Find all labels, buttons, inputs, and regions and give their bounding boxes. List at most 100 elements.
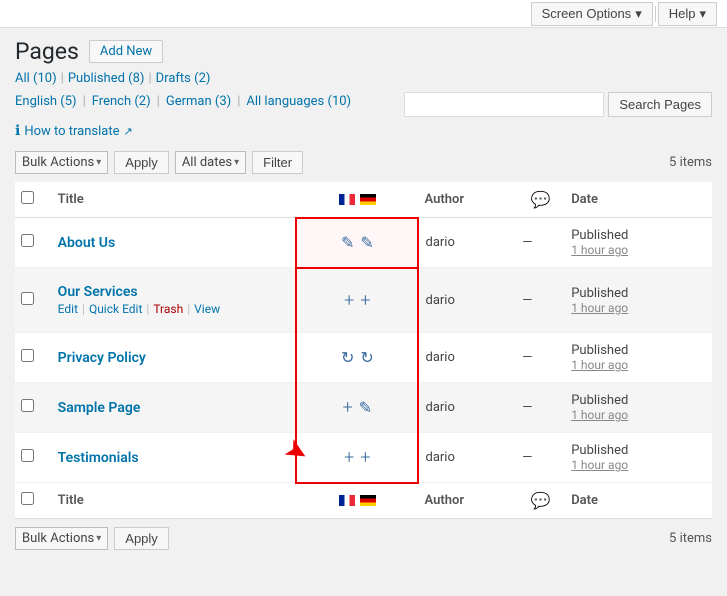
filter-german[interactable]: German (3)	[166, 94, 231, 109]
fr-plus-icon[interactable]: +	[343, 397, 353, 418]
filter-drafts[interactable]: Drafts (2)	[156, 71, 211, 86]
table-row: Privacy Policy ↻ ↻ dario — Published 1 h…	[15, 333, 712, 383]
page-title: Pages	[15, 38, 79, 65]
table-row: Our Services Edit | Quick Edit | Trash |…	[15, 268, 712, 333]
filter-published[interactable]: Published (8)	[68, 71, 145, 86]
view-link[interactable]: View	[194, 302, 220, 316]
add-new-button[interactable]: Add New	[89, 40, 163, 63]
date-ago: 1 hour ago	[571, 243, 706, 257]
search-pages-button[interactable]: Search Pages	[608, 92, 712, 117]
title-header: Title	[52, 182, 297, 218]
fr-sync-icon[interactable]: ↻	[341, 348, 354, 367]
date-status: Published	[571, 228, 706, 243]
language-filter: English (5) | French (2) | German (3) | …	[15, 94, 351, 109]
date-status: Published	[571, 393, 706, 408]
filter-button[interactable]: Filter	[252, 151, 303, 174]
trash-link[interactable]: Trash	[153, 302, 183, 316]
bottom-tablenav: Bulk Actions ▾ Apply 5 items	[15, 523, 712, 554]
row-checkbox[interactable]	[21, 234, 34, 247]
help-button[interactable]: Help ▾	[658, 2, 717, 26]
comment-cell: —	[516, 333, 565, 383]
date-ago: 1 hour ago	[571, 408, 706, 422]
search-input[interactable]	[404, 92, 604, 117]
comment-header: 💬	[516, 182, 565, 218]
edit-link[interactable]: Edit	[58, 302, 78, 316]
date-status: Published	[571, 286, 706, 301]
date-cell: Published 1 hour ago	[565, 383, 712, 433]
bulk-actions-select-top[interactable]: Bulk Actions ▾	[15, 151, 108, 174]
flags-header	[296, 182, 418, 218]
table-row: About Us ✎ ✎ dario — Published 1 hour ag…	[15, 218, 712, 268]
date-cell: Published 1 hour ago	[565, 268, 712, 333]
chevron-down-icon: ▾	[96, 157, 101, 168]
how-to-translate-label[interactable]: How to translate	[24, 124, 119, 139]
author-cell: dario	[418, 433, 516, 483]
comment-cell: —	[516, 383, 565, 433]
row-checkbox[interactable]	[21, 349, 34, 362]
filter-english[interactable]: English (5)	[15, 94, 77, 109]
apply-button-bottom[interactable]: Apply	[114, 527, 169, 550]
chevron-down-icon: ▾	[234, 157, 239, 168]
screen-options-button[interactable]: Screen Options ▾	[531, 2, 653, 26]
de-pencil-icon[interactable]: ✎	[359, 398, 372, 417]
apply-button-top[interactable]: Apply	[114, 151, 169, 174]
filter-all[interactable]: All (10)	[15, 71, 57, 86]
fr-pencil-icon[interactable]: ✎	[341, 233, 354, 252]
external-link-icon: ↗	[124, 125, 133, 138]
help-label: Help	[669, 6, 696, 21]
row-title-link[interactable]: About Us	[58, 235, 116, 251]
filter-all-languages[interactable]: All languages (10)	[246, 94, 351, 109]
row-actions: Edit | Quick Edit | Trash | View	[58, 302, 290, 316]
de-sync-icon[interactable]: ↻	[360, 348, 373, 367]
de-plus-icon[interactable]: +	[360, 447, 370, 468]
chevron-down-icon: ▾	[635, 6, 642, 22]
select-all-checkbox-top[interactable]	[21, 191, 34, 204]
comment-cell: —	[516, 433, 565, 483]
flags-footer	[296, 483, 418, 519]
author-footer: Author	[418, 483, 516, 519]
date-cell: Published 1 hour ago	[565, 433, 712, 483]
filter-french[interactable]: French (2)	[92, 94, 151, 109]
row-title-link[interactable]: Our Services	[58, 284, 138, 300]
status-filter-tabs: All (10) | Published (8) | Drafts (2)	[15, 71, 712, 86]
date-cell: Published 1 hour ago	[565, 333, 712, 383]
date-ago: 1 hour ago	[571, 458, 706, 472]
row-title-link[interactable]: Sample Page	[58, 400, 141, 416]
pages-table: Title Author 💬 Date About Us	[15, 182, 712, 519]
select-all-checkbox-bottom[interactable]	[21, 492, 34, 505]
comment-cell: —	[516, 218, 565, 268]
author-cell: dario	[418, 218, 516, 268]
row-title-link[interactable]: Testimonials	[58, 450, 139, 466]
fr-plus-icon[interactable]: +	[344, 290, 354, 311]
author-header: Author	[418, 182, 516, 218]
item-count-bottom: 5 items	[669, 531, 712, 546]
author-cell: dario	[418, 383, 516, 433]
date-footer: Date	[565, 483, 712, 519]
dates-select[interactable]: All dates ▾	[175, 151, 246, 174]
how-to-translate-link[interactable]: ℹ How to translate ↗	[15, 123, 712, 139]
item-count-top: 5 items	[669, 155, 712, 170]
fr-plus-icon[interactable]: +	[344, 447, 354, 468]
de-plus-icon[interactable]: +	[360, 290, 370, 311]
de-pencil-icon[interactable]: ✎	[360, 233, 373, 252]
table-row: Sample Page + ✎ dario — Published 1 hour…	[15, 383, 712, 433]
title-footer: Title	[52, 483, 297, 519]
bulk-actions-label-top: Bulk Actions	[22, 155, 94, 170]
comment-cell: —	[516, 268, 565, 333]
row-checkbox[interactable]	[21, 292, 34, 305]
bulk-actions-select-bottom[interactable]: Bulk Actions ▾	[15, 527, 108, 550]
author-cell: dario	[418, 333, 516, 383]
date-cell: Published 1 hour ago	[565, 218, 712, 268]
screen-options-label: Screen Options	[542, 6, 632, 21]
quick-edit-link[interactable]: Quick Edit	[89, 302, 142, 316]
table-row: Testimonials + + dario — Published 1 hou…	[15, 433, 712, 483]
date-status: Published	[571, 343, 706, 358]
row-checkbox[interactable]	[21, 399, 34, 412]
date-ago: 1 hour ago	[571, 358, 706, 372]
date-ago: 1 hour ago	[571, 301, 706, 315]
date-status: Published	[571, 443, 706, 458]
chevron-down-icon: ▾	[699, 6, 706, 22]
info-icon: ℹ	[15, 123, 20, 139]
row-checkbox[interactable]	[21, 449, 34, 462]
row-title-link[interactable]: Privacy Policy	[58, 350, 146, 366]
